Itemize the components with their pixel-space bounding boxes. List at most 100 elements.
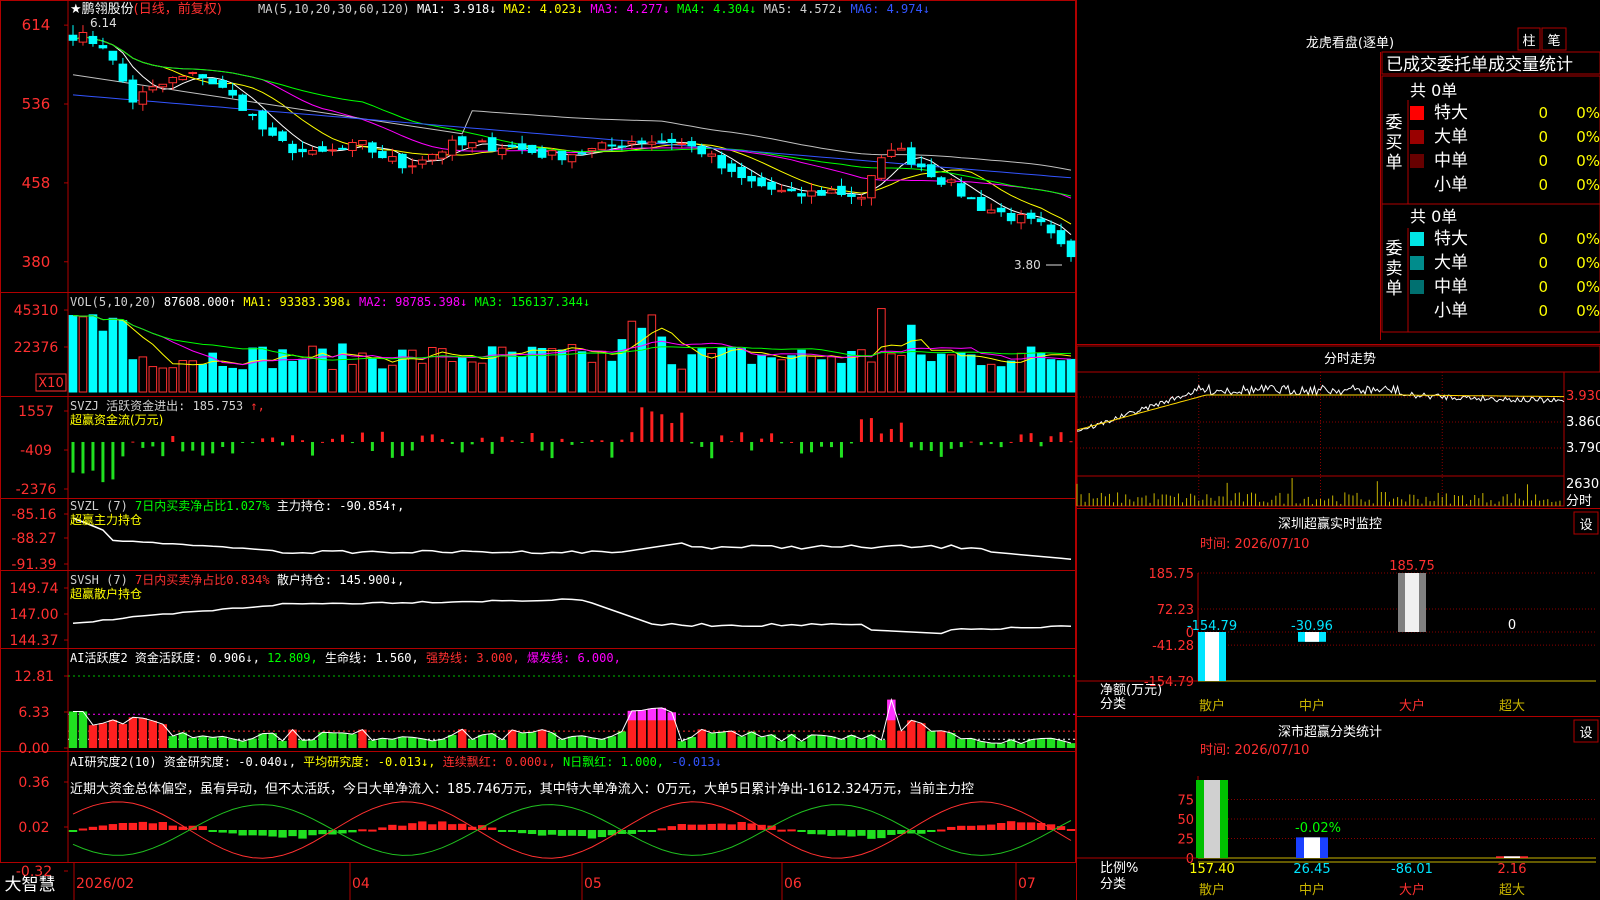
candle-body (887, 149, 896, 157)
research-bar (847, 830, 856, 837)
svzj-bar (400, 442, 404, 457)
sell-label-char: 委 (1386, 239, 1403, 259)
activity-bar (827, 736, 836, 748)
research-bar (537, 830, 547, 836)
ai-research-panel[interactable]: 0.360.02-0.32AI研究度2(10) 资金研究度: -0.040↓, … (16, 754, 1076, 880)
activity-bar (817, 735, 826, 748)
candle-body (807, 190, 816, 197)
research-bar (278, 830, 287, 838)
candle-body (188, 72, 198, 75)
panel-border (0, 0, 1076, 293)
activity-bar (198, 735, 207, 748)
volume-bar (437, 348, 447, 393)
main-chart-canvas: 614 536 458 380 ★鹏翎股份(日线，前复权) MA(5,10,20,30,6… (0, 0, 1600, 900)
research-bar (947, 826, 956, 830)
svzj-bar (1019, 434, 1023, 442)
research-bar (587, 830, 597, 839)
header-part: MA1: 3.918↓ (410, 2, 497, 16)
candle-body (647, 141, 657, 145)
monitor-cat: 中户 (1299, 698, 1325, 714)
volume-bar (956, 352, 966, 393)
research-bar (517, 830, 527, 834)
candle-body (557, 150, 567, 161)
volume-bar (567, 344, 577, 393)
volume-bar (1056, 360, 1066, 393)
header-part: 7日内买卖净占比0.834% (128, 572, 271, 587)
svzj-bar (810, 442, 814, 453)
header-part: MA6: 4.974↓ (843, 2, 930, 16)
candle-body (867, 175, 876, 199)
svsh-panel[interactable]: 149.74 147.00 144.37 SVSH (7) 7日内买卖净占比0.834… (10, 572, 1072, 649)
volume-bar (757, 354, 766, 393)
legend-swatch (1410, 232, 1424, 246)
candle-body (657, 140, 667, 143)
x-tick-label: 06 (784, 876, 802, 892)
volume-bar (607, 360, 617, 393)
research-bar (557, 830, 567, 836)
svzj-bar (91, 442, 95, 471)
research-bar (208, 830, 217, 832)
volume-bar (507, 351, 517, 393)
burst-cap (647, 708, 657, 721)
svzj-bar (420, 435, 424, 442)
volume-bar (168, 367, 178, 393)
svzj-bar (869, 418, 873, 442)
classify-cat: 中户 (1299, 882, 1325, 898)
volume-bar (837, 362, 846, 393)
volume-bar (148, 366, 158, 393)
activity-bar (178, 732, 187, 748)
classify-time: 时间: 2026/07/10 (1200, 743, 1309, 758)
classify-cat: 超大 (1499, 883, 1525, 898)
y-tick-label: -2376 (16, 482, 57, 498)
svzj-bar (480, 437, 484, 442)
volume-bar (877, 308, 886, 393)
activity-bar (537, 729, 547, 748)
y-tick-label: -91.39 (11, 557, 56, 573)
volume-bar (677, 368, 687, 393)
x-axis: 大智慧 2026/02 04 05 06 07 (0, 862, 1076, 900)
research-bar (98, 825, 108, 830)
monitor-y-label: 72.23 (1157, 603, 1194, 618)
ai-activity-panel[interactable]: 12.81 6.33 0.00 AI活跃度2 资金活跃度: 0.906↓, 12.80… (14, 650, 1076, 757)
volume-bar (936, 353, 946, 393)
candlestick-panel[interactable]: 614 536 458 380 ★鹏翎股份(日线，前复权) MA(5,10,20,30,6… (22, 1, 1076, 272)
svzj-bar (720, 435, 724, 442)
monitor-cat: 超大 (1499, 699, 1525, 714)
candle-body (1066, 240, 1076, 258)
svzj-panel[interactable]: 1557-409-2376SVZJ 活跃资金进出: 185.753 ↑,超赢资金… (16, 398, 1073, 498)
brand-label: 大智慧 (5, 875, 56, 895)
header-part: N日飘红: 1.000, (556, 754, 664, 769)
row-name: 大单 (1434, 253, 1468, 273)
svzj-bar (829, 442, 833, 448)
header-part: -0.013↓ (664, 755, 722, 769)
candle-body (398, 153, 407, 169)
svzl-panel[interactable]: -85.16 -88.27 -91.39 SVZL (7) 7日内买卖净占比1.027… (11, 498, 1072, 573)
candle-body (88, 35, 98, 45)
svzj-bar (71, 442, 75, 473)
monitor-xlabel: 分类 (1100, 697, 1126, 712)
volume-bar (487, 346, 497, 393)
activity-bar (388, 739, 397, 748)
svzj-bar (690, 442, 694, 444)
candle-body (238, 94, 247, 111)
candle-body (168, 76, 178, 84)
volume-bar (926, 361, 936, 393)
candle-body (1056, 230, 1066, 245)
candle-body (877, 157, 886, 179)
activity-bar (527, 732, 537, 748)
monitor-value: 0 (1508, 618, 1516, 633)
volume-bar (867, 361, 876, 393)
candle-body (897, 147, 906, 151)
research-bar (877, 830, 886, 839)
header-part: MA2: 4.023↓ (496, 2, 583, 16)
svzj-bar (430, 434, 434, 442)
activity-bar (577, 735, 587, 748)
svzj-bar (340, 434, 344, 442)
research-bar (507, 830, 517, 832)
header-part: MA3: 156137.344↓ (467, 295, 590, 309)
research-bar (677, 824, 686, 830)
x-tick-label: 04 (352, 876, 370, 892)
candle-body (797, 193, 806, 197)
volume-panel[interactable]: 45310 22376 X10 VOL(5,10,20) 87608.000↑ MA1… (14, 295, 1076, 393)
svsh-subtitle: 超赢散户持仓 (70, 586, 142, 601)
